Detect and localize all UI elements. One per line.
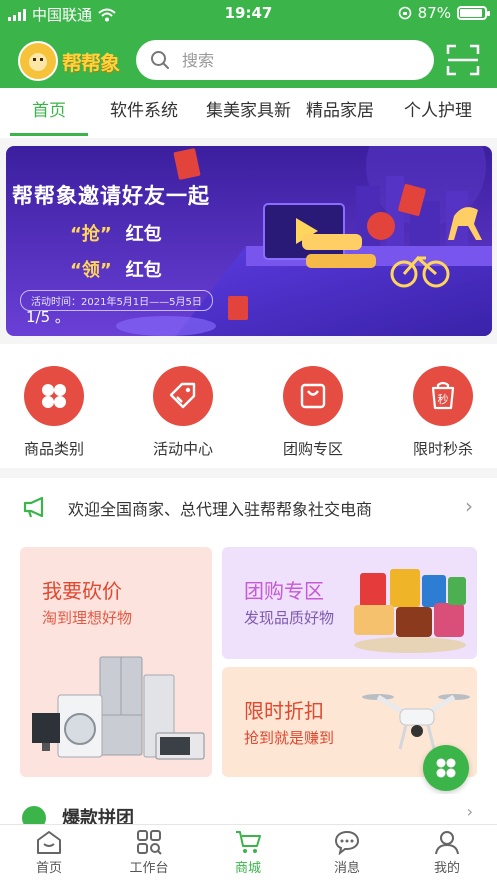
tabbar-home[interactable]: 首页 (9, 829, 89, 876)
tabbar-me-label: 我的 (433, 861, 460, 876)
floating-menu-button[interactable] (423, 745, 469, 791)
banner-grab-text: 红包 (125, 224, 162, 245)
category-goods[interactable]: 商品类别 (4, 366, 104, 459)
elephant-logo-icon (18, 41, 58, 81)
tag-icon (153, 366, 213, 426)
megaphone-icon (23, 496, 44, 518)
promo-banner[interactable]: 帮帮象邀请好友一起 “抢” 红包 “领” 红包 活动时间：2021年5月1日——5月… (6, 146, 492, 336)
promo-group-buy-title: 团购专区 (244, 579, 324, 603)
banner-claim-text: 红包 (125, 260, 162, 281)
appliances-image (32, 656, 205, 760)
flash-sale-icon-text: 秒 (438, 392, 449, 406)
category-activity-label: 活动中心 (152, 440, 213, 458)
cart-icon (236, 831, 261, 853)
app-logo[interactable]: 帮帮象 (18, 38, 130, 84)
banner-grab-quote: “抢” (70, 224, 112, 245)
promo-discount-title: 限时折扣 (244, 699, 324, 723)
tabbar-messages[interactable]: 消息 (307, 829, 387, 876)
category-activity[interactable]: 活动中心 (133, 366, 233, 459)
bag-icon (283, 366, 343, 426)
active-tab-indicator (10, 133, 88, 136)
promo-bargain-title: 我要砍价 (42, 579, 122, 603)
search-icon (151, 51, 169, 69)
grid-icon (436, 758, 456, 778)
tab-home-goods[interactable]: 精品家居 (306, 88, 374, 138)
promo-bargain-subtitle: 淘到理想好物 (42, 609, 133, 627)
category-goods-label: 商品类别 (23, 440, 84, 458)
chevron-right-icon: › (465, 494, 473, 518)
promo-section: 我要砍价 淘到理想好物 团购专区 发现品质好物 限时折扣 抢到就是赚到 (0, 536, 497, 794)
battery-percent: 87% (417, 4, 451, 22)
tabbar-workbench-label: 工作台 (129, 861, 169, 876)
home-icon (37, 831, 61, 854)
category-flash-sale-label: 限时秒杀 (412, 440, 473, 458)
workbench-icon (137, 830, 162, 855)
tabbar-me[interactable]: 我的 (407, 829, 487, 876)
user-icon (435, 831, 459, 855)
search-bar[interactable] (136, 40, 434, 80)
status-bar: 中国联通 19:47 87% (0, 0, 497, 28)
scan-icon[interactable] (446, 44, 480, 76)
hot-group-buy-header[interactable]: 爆款拼团 › (0, 794, 497, 830)
category-grid: 商品类别 活动中心 团购专区 秒 限时秒杀 (0, 344, 497, 468)
top-header: 帮帮象 (0, 36, 497, 84)
announcement-text: 欢迎全国商家、总代理入驻帮帮象社交电商 (68, 500, 373, 519)
tab-software[interactable]: 软件系统 (110, 88, 178, 138)
promo-discount-subtitle: 抢到就是赚到 (244, 729, 335, 747)
promo-group-buy-subtitle: 发现品质好物 (244, 609, 335, 627)
tab-home[interactable]: 首页 (32, 88, 66, 138)
tabbar-workbench[interactable]: 工作台 (109, 829, 189, 876)
snacks-image (354, 569, 466, 653)
grid-icon (24, 366, 84, 426)
logo-text: 帮帮象 (62, 50, 120, 75)
tabbar-mall[interactable]: 商城 (208, 829, 288, 876)
banner-pager: 1/5 。 (26, 308, 70, 326)
promo-bargain-card[interactable]: 我要砍价 淘到理想好物 (20, 547, 212, 777)
message-icon (334, 830, 360, 855)
tabbar-messages-label: 消息 (333, 861, 360, 876)
category-flash-sale[interactable]: 秒 限时秒杀 (393, 366, 493, 459)
tabbar-home-label: 首页 (35, 861, 62, 876)
bottom-tab-bar: 首页 工作台 商城 消息 我的 (0, 824, 497, 883)
flash-sale-icon: 秒 (413, 366, 473, 426)
announcement-bar[interactable]: 欢迎全国商家、总代理入驻帮帮象社交电商 › (0, 478, 497, 536)
category-group-buy-label: 团购专区 (282, 440, 343, 458)
banner-title: 帮帮象邀请好友一起 (12, 184, 210, 208)
rotation-lock-icon (398, 6, 411, 20)
banner-claim-quote: “领” (70, 260, 112, 281)
tabbar-mall-label: 商城 (234, 861, 261, 876)
promo-group-buy-card[interactable]: 团购专区 发现品质好物 (222, 547, 477, 659)
banner-line-grab: “抢” 红包 (70, 220, 162, 246)
category-tabs: 首页 软件系统 集美家具新 精品家居 个人护理 (0, 88, 497, 138)
chevron-right-icon: › (466, 802, 473, 821)
tab-personal-care[interactable]: 个人护理 (404, 88, 472, 138)
category-group-buy[interactable]: 团购专区 (263, 366, 363, 459)
status-right: 87% (398, 4, 490, 22)
tab-furniture-new[interactable]: 集美家具新 (206, 88, 291, 138)
search-input[interactable] (182, 50, 382, 70)
battery-icon (457, 6, 490, 20)
banner-line-claim: “领” 红包 (70, 256, 162, 282)
